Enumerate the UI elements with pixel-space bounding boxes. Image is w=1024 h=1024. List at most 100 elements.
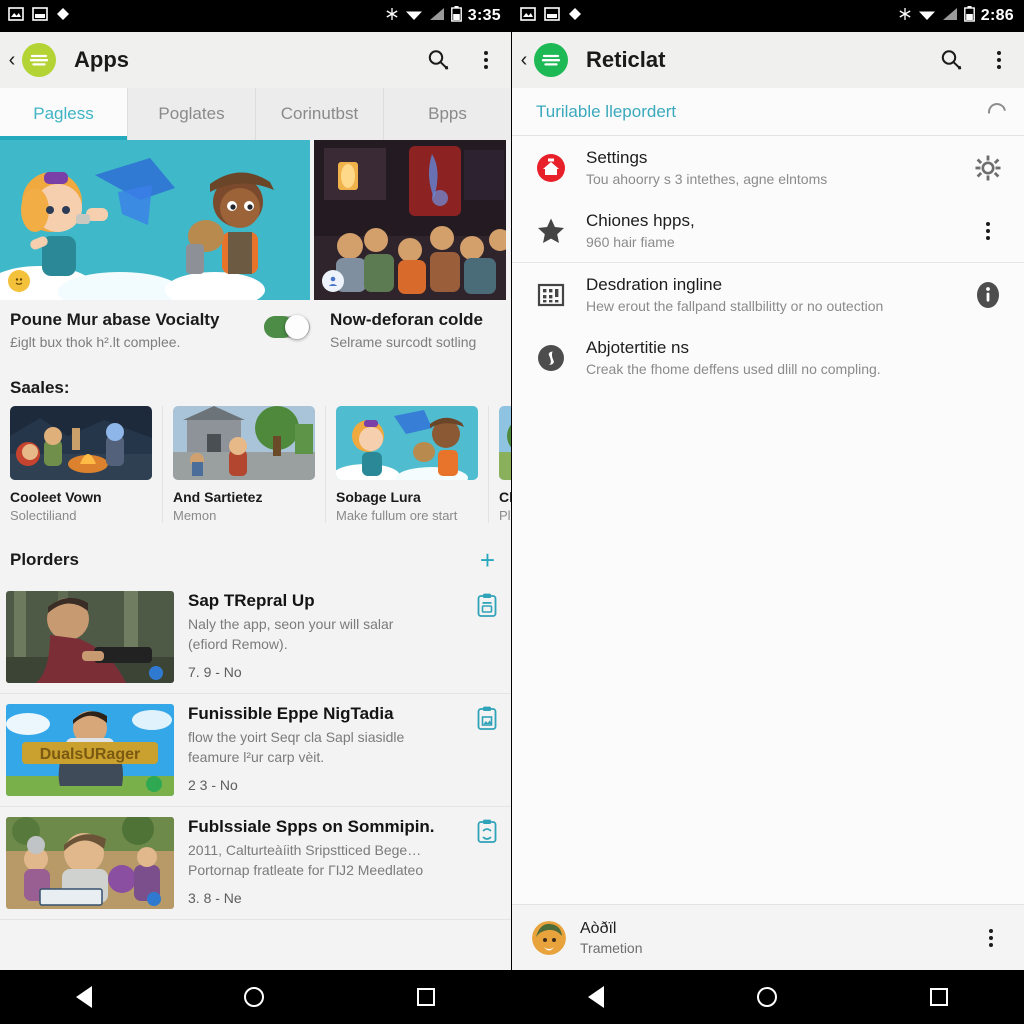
hero-left-meta[interactable]: Poune Mur abase Vocialty £iglt bux thok … <box>0 300 320 364</box>
left-status-bar: 3:35 <box>0 0 511 32</box>
list-item[interactable]: Sap TRepral Up Naly the app, seon your w… <box>0 581 511 694</box>
sales-card-thumb <box>336 406 478 480</box>
more-vert-icon[interactable] <box>978 925 1004 951</box>
list-item-meta: 7. 9 - No <box>188 663 242 680</box>
list-item-desc: 2011, Calturteàíith Sripstticed Bege… Po… <box>188 840 473 881</box>
sales-card-partial[interactable]: Cl Pl• <box>489 406 511 523</box>
list-item-desc-line2: (efiord Remow). <box>188 636 288 653</box>
hero-side-artwork <box>314 140 511 300</box>
status-time: 3:35 <box>467 7 501 24</box>
left-scroll-content[interactable]: Poune Mur abase Vocialty £iglt bux thok … <box>0 140 511 970</box>
emoji-badge <box>8 270 30 292</box>
tab-poglates[interactable]: Poglates <box>128 88 256 140</box>
list-item-body: Abjotertitie ns Creak the fhome deffens … <box>580 338 970 377</box>
add-button[interactable]: + <box>480 547 501 573</box>
tab-label: Corinutbst <box>280 104 359 123</box>
clipboard-image-icon[interactable] <box>473 704 501 730</box>
kebab-dots <box>989 928 993 947</box>
hero-side-image[interactable] <box>314 140 511 300</box>
orders-heading: Plorders <box>10 550 79 569</box>
left-app-bar: ‹ Apps <box>0 32 511 88</box>
list-item-title: Chiones hpps, <box>586 211 695 230</box>
tab-bpps[interactable]: Bpps <box>384 88 511 140</box>
back-triangle-icon[interactable] <box>76 986 93 1008</box>
orders-section-header: Plorders + <box>0 533 511 581</box>
status-notification-icons <box>8 6 70 27</box>
list-item[interactable]: DualsURager Funissible Eppe NigTadia flo… <box>0 694 511 807</box>
hero-toggle-switch[interactable] <box>264 315 310 339</box>
signal-icon <box>942 7 958 26</box>
green-wave-icon[interactable] <box>534 43 568 77</box>
back-button[interactable]: ‹ <box>516 50 532 70</box>
sales-card-thumb <box>499 406 511 480</box>
sales-card[interactable]: Cooleet Vown Solectiliand <box>0 406 163 523</box>
home-circle-icon[interactable] <box>244 987 265 1007</box>
list-item-description[interactable]: Desdration ingline Hew erout the fallpan… <box>512 262 1024 326</box>
hero-right-subtitle: Selrame surcodt sotling <box>330 334 477 350</box>
wifi-icon <box>405 7 423 26</box>
more-vert-icon[interactable] <box>473 47 499 73</box>
list-item-favorites[interactable]: Chiones hpps, 960 hair fiame <box>512 199 1024 262</box>
hero-left-texts: Poune Mur abase Vocialty £iglt bux thok … <box>10 310 256 350</box>
home-circle-icon[interactable] <box>756 987 777 1007</box>
list-item-settings[interactable]: Settings Tou ahoorry s 3 intethes, agne … <box>512 136 1024 199</box>
more-vert-icon[interactable] <box>986 47 1012 73</box>
star-icon <box>536 216 580 246</box>
gear-icon[interactable] <box>970 155 1006 181</box>
recents-square-icon[interactable] <box>416 988 435 1006</box>
hero-left-title: Poune Mur abase Vocialty <box>10 310 220 329</box>
snowflake-icon <box>385 7 399 26</box>
hero-right-meta[interactable]: Now-deforan colde Selrame surcodt sotlin… <box>320 300 511 364</box>
sales-carousel[interactable]: Cooleet Vown Solectiliand And Sartietez … <box>0 406 511 533</box>
right-nav-bar <box>512 970 1024 1024</box>
list-item-thumb <box>6 591 174 683</box>
list-item-thumb <box>6 817 174 909</box>
tab-corinutbst[interactable]: Corinutbst <box>256 88 384 140</box>
more-vert-icon[interactable] <box>970 221 1006 240</box>
search-icon[interactable] <box>938 47 964 73</box>
tab-pagless[interactable]: Pagless <box>0 88 128 140</box>
status-system-icons: 2:86 <box>898 5 1014 27</box>
sales-card-subtitle: Make fullum ore start <box>336 508 458 523</box>
hero-right-title: Now-deforan colde <box>330 310 484 329</box>
right-status-bar: 2:86 <box>512 0 1024 32</box>
account-info: Aòðïl Trametion <box>566 920 978 956</box>
avatar[interactable] <box>532 920 566 955</box>
hero-meta-row: Poune Mur abase Vocialty £iglt bux thok … <box>0 300 511 364</box>
list-item-subtitle: Hew erout the fallpand stallbilitty or n… <box>586 298 884 314</box>
battery-icon <box>963 5 975 27</box>
list-item-title: Fublssiale Spps on Sommipin. <box>188 817 435 836</box>
sales-card-title: Cooleet Vown <box>10 489 102 505</box>
toggle-knob <box>285 315 309 339</box>
list-item[interactable]: Fublssiale Spps on Sommipin. 2011, Caltu… <box>0 807 511 920</box>
page-title: Apps <box>74 47 129 72</box>
clipboard-icon[interactable] <box>473 591 501 617</box>
clipboard-sync-icon[interactable] <box>473 817 501 843</box>
sales-card-subtitle: Memon <box>173 508 217 523</box>
list-item-thumb: DualsURager <box>6 704 174 796</box>
list-item-body: Desdration ingline Hew erout the fallpan… <box>580 275 970 314</box>
lime-wave-icon[interactable] <box>22 43 56 77</box>
info-badge-icon[interactable] <box>970 281 1006 309</box>
back-triangle-icon[interactable] <box>588 986 605 1008</box>
account-footer[interactable]: Aòðïl Trametion <box>512 904 1024 970</box>
search-icon[interactable] <box>425 47 451 73</box>
sales-card[interactable]: Sobage Lura Make fullum ore start <box>326 406 489 523</box>
sales-section-header: Saales: <box>0 364 511 406</box>
hero-artwork <box>0 140 310 300</box>
image-icon <box>520 6 536 27</box>
section-subheader: Turilable llepordert <box>512 88 1024 136</box>
back-button[interactable]: ‹ <box>4 50 20 70</box>
sales-card[interactable]: And Sartietez Memon <box>163 406 326 523</box>
list-item-options[interactable]: Abjotertitie ns Creak the fhome deffens … <box>512 326 1024 389</box>
sales-heading: Saales: <box>10 378 70 397</box>
app-bar-actions <box>938 47 1012 73</box>
hero-main-image[interactable] <box>0 140 310 300</box>
recents-square-icon[interactable] <box>929 988 948 1006</box>
hero-left-subtitle: £iglt bux thok h².lt complee. <box>10 334 181 350</box>
svg-text:DualsURager: DualsURager <box>40 746 140 763</box>
diamond-icon <box>568 7 582 26</box>
kebab-dots <box>484 51 488 69</box>
battery-icon <box>450 5 462 27</box>
sales-card-subtitle: Solectiliand <box>10 508 77 523</box>
